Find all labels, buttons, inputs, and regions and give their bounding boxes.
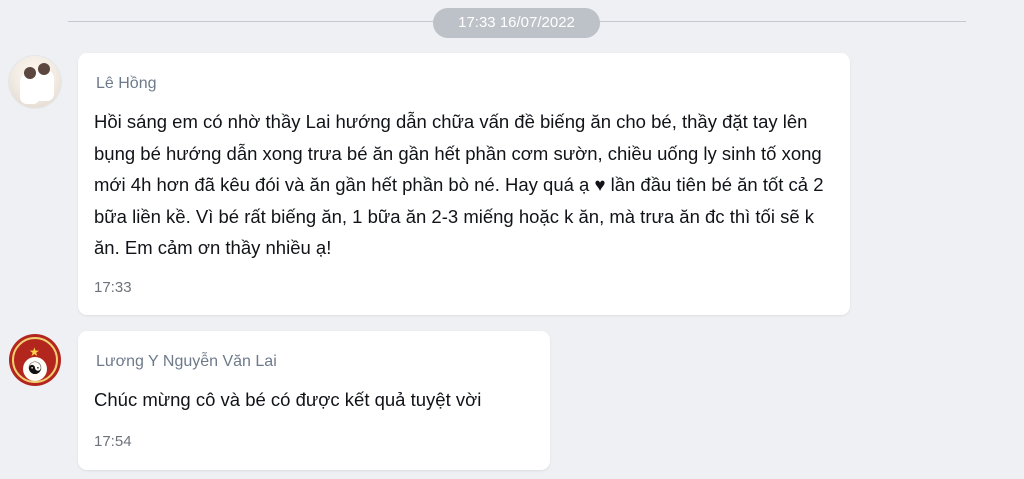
message-sender-name: Lương Y Nguyễn Văn Lai bbox=[96, 353, 277, 370]
avatar-person-left-hair bbox=[24, 67, 36, 79]
sender-avatar-le-hong[interactable] bbox=[9, 56, 61, 108]
date-separator-pill: 17:33 16/07/2022 bbox=[433, 8, 600, 38]
message-time: 17:33 bbox=[94, 279, 132, 296]
sender-avatar-nguyen-van-lai[interactable]: ★ ☯ bbox=[9, 334, 61, 386]
message-time: 17:54 bbox=[94, 433, 132, 450]
message-sender-name: Lê Hồng bbox=[96, 75, 157, 92]
avatar-person-right-hair bbox=[38, 63, 50, 75]
message-text: Hồi sáng em có nhờ thầy Lai hướng dẫn ch… bbox=[94, 111, 824, 258]
message-bubble[interactable]: Lê Hồng Hồi sáng em có nhờ thầy Lai hướn… bbox=[78, 53, 850, 315]
message-bubble[interactable]: Lương Y Nguyễn Văn Lai Chúc mừng cô và b… bbox=[78, 331, 550, 470]
message-text: Chúc mừng cô và bé có được kết quả tuyệt… bbox=[94, 389, 482, 410]
yin-yang-icon: ☯ bbox=[23, 357, 47, 381]
date-separator: 17:33 16/07/2022 bbox=[68, 8, 966, 38]
